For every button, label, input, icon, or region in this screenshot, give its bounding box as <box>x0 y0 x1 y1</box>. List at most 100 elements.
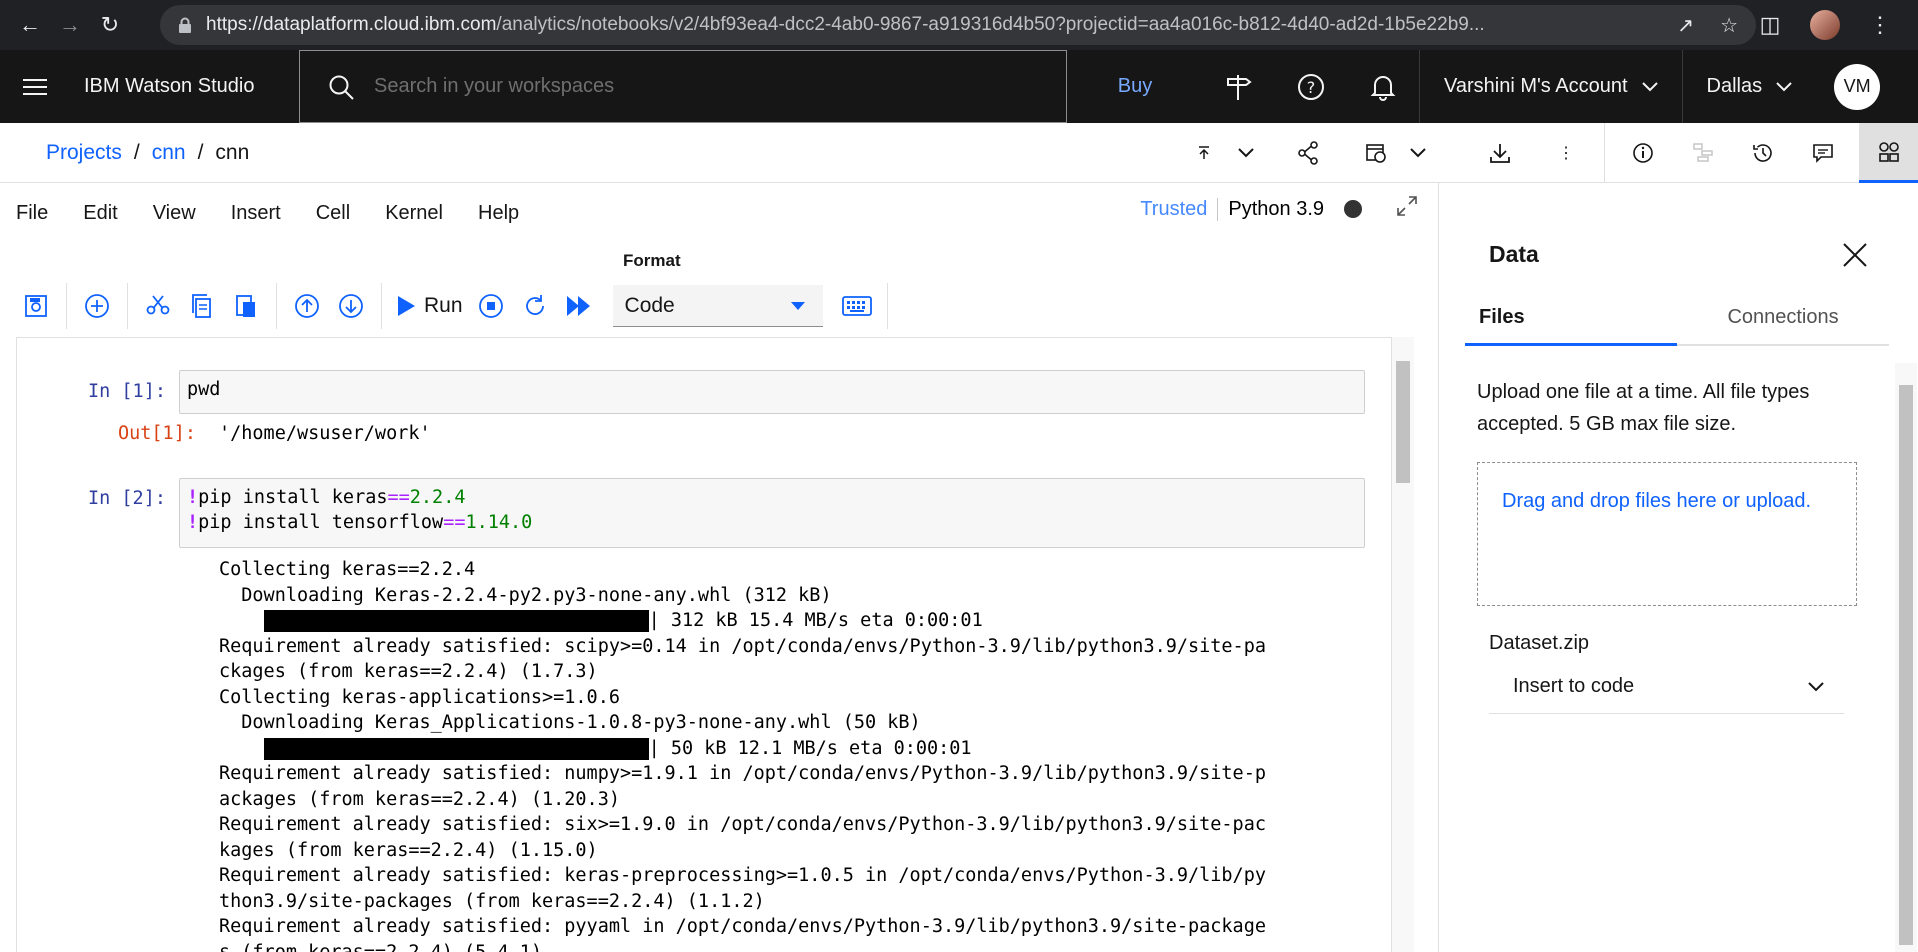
buy-link[interactable]: Buy <box>1067 75 1203 98</box>
output-line: Requirement already satisfied: scipy>=0.… <box>219 635 1266 657</box>
reload-icon[interactable]: ↻ <box>90 5 130 45</box>
menu-cell[interactable]: Cell <box>316 202 350 225</box>
caret-down-icon <box>790 301 805 310</box>
copy-icon[interactable] <box>180 283 224 329</box>
help-icon[interactable]: ? <box>1275 50 1347 123</box>
tab-connections[interactable]: Connections <box>1677 306 1889 344</box>
search-input[interactable] <box>374 75 974 98</box>
scrollbar-thumb[interactable] <box>1396 361 1410 483</box>
back-icon[interactable]: ← <box>10 5 50 45</box>
trusted-indicator[interactable]: Trusted <box>1140 197 1219 221</box>
file-dropzone[interactable]: Drag and drop files here or upload. <box>1477 462 1857 606</box>
breadcrumb-project[interactable]: cnn <box>152 141 186 165</box>
breadcrumb-bar: Projects / cnn / cnn ⋮ <box>0 123 1918 183</box>
code-cell-input[interactable]: !pip install keras==2.2.4 !pip install t… <box>179 478 1365 548</box>
output-line: Requirement already satisfied: six>=1.9.… <box>219 814 1266 835</box>
move-down-icon[interactable] <box>329 283 373 329</box>
app-brand[interactable]: IBM Watson Studio <box>70 75 300 98</box>
share-icon[interactable] <box>1284 123 1332 183</box>
share-page-icon[interactable]: ↗ <box>1677 13 1694 38</box>
menu-view[interactable]: View <box>153 202 196 225</box>
output-line: Requirement already satisfied: pyyaml in… <box>219 916 1266 937</box>
hamburger-menu-icon[interactable] <box>0 50 70 123</box>
output-line: Collecting keras==2.2.4 <box>219 559 476 580</box>
collapse-up-icon[interactable] <box>1180 123 1228 183</box>
user-avatar[interactable]: VM <box>1834 63 1881 110</box>
interrupt-kernel-icon[interactable] <box>469 283 513 329</box>
output-line: kages (from keras==2.2.4) (1.15.0) <box>219 839 598 861</box>
notification-bell-icon[interactable] <box>1347 50 1419 123</box>
output-line: Collecting keras-applications>=1.0.6 <box>219 686 620 708</box>
info-icon[interactable] <box>1619 123 1667 183</box>
chevron-down-icon[interactable] <box>1228 123 1264 183</box>
output-line: s (from keras==2.2.4) (5.4.1) <box>219 941 543 952</box>
shell-bang: ! <box>187 487 199 508</box>
download-icon[interactable] <box>1476 123 1524 183</box>
more-menu-icon[interactable]: ⋮ <box>1860 5 1900 45</box>
address-bar[interactable]: https://dataplatform.cloud.ibm.com/analy… <box>160 5 1756 45</box>
menu-insert[interactable]: Insert <box>231 202 281 225</box>
chevron-down-icon <box>1641 81 1658 91</box>
scrollbar-thumb[interactable] <box>1899 385 1913 945</box>
keyboard-shortcuts-icon[interactable] <box>835 283 879 329</box>
toolbar-divider <box>127 283 128 329</box>
close-icon[interactable] <box>1835 235 1875 275</box>
data-panel: Data Files Connections Upload one file a… <box>1438 183 1918 952</box>
kernel-name[interactable]: Python 3.9 <box>1228 198 1324 221</box>
restart-kernel-icon[interactable] <box>513 283 557 329</box>
breadcrumb-projects[interactable]: Projects <box>46 141 122 165</box>
format-label: Format <box>623 251 681 270</box>
comments-icon[interactable] <box>1799 123 1847 183</box>
cut-icon[interactable] <box>136 283 180 329</box>
code-operator: == <box>443 512 466 533</box>
code-cell-input[interactable]: pwd <box>179 370 1365 414</box>
insert-cell-icon[interactable] <box>75 283 119 329</box>
notebook-scrollbar[interactable] <box>1392 337 1414 952</box>
toolbar-divider <box>276 283 277 329</box>
menu-help[interactable]: Help <box>478 202 519 225</box>
toolbar-divider <box>1604 123 1605 183</box>
save-icon[interactable] <box>14 283 58 329</box>
forward-icon[interactable]: → <box>50 5 90 45</box>
menu-file[interactable]: File <box>16 202 48 225</box>
data-assets-icon[interactable] <box>1859 123 1918 183</box>
side-panel-icon[interactable]: ◫ <box>1750 5 1790 45</box>
region-switcher[interactable]: Dallas <box>1681 50 1817 123</box>
search-icon <box>329 75 354 100</box>
bookmark-star-icon[interactable]: ☆ <box>1720 13 1738 38</box>
toolbar-divider <box>381 283 382 329</box>
insert-to-code-dropdown[interactable]: Insert to code <box>1489 660 1844 714</box>
notebook-cells[interactable]: In [1]: pwd Out[1]: '/home/wsuser/work' … <box>16 337 1392 952</box>
cell-output: '/home/wsuser/work' <box>219 423 431 444</box>
profile-avatar[interactable] <box>1810 10 1840 40</box>
cell-type-value: Code <box>624 293 675 317</box>
run-button[interactable]: Run <box>396 294 463 318</box>
toolbar-divider <box>66 283 67 329</box>
schedule-job-icon[interactable] <box>1352 123 1400 183</box>
version-history-icon[interactable] <box>1739 123 1787 183</box>
breadcrumb-separator: / <box>197 140 204 164</box>
fullscreen-icon[interactable] <box>1396 195 1418 223</box>
upload-description: Upload one file at a time. All file type… <box>1477 381 1810 435</box>
cell-input-prompt: In [1]: <box>88 381 166 402</box>
tab-files[interactable]: Files <box>1465 306 1678 346</box>
chevron-down-icon <box>1776 81 1792 91</box>
paste-icon[interactable] <box>224 283 268 329</box>
workspace-search[interactable] <box>299 50 1067 123</box>
progress-bar <box>263 737 649 760</box>
lock-icon <box>179 17 191 33</box>
restart-run-all-icon[interactable] <box>557 283 601 329</box>
code-text: pip install keras <box>198 487 388 508</box>
panel-scrollbar[interactable] <box>1895 363 1917 952</box>
signpost-icon[interactable] <box>1203 50 1275 123</box>
cell-type-select[interactable]: Code <box>612 285 823 327</box>
cell-output: Collecting keras==2.2.4 Downloading Kera… <box>219 557 1266 952</box>
overflow-menu-icon[interactable]: ⋮ <box>1542 123 1590 183</box>
code-number: 1.14.0 <box>465 512 533 533</box>
menu-kernel[interactable]: Kernel <box>385 202 443 225</box>
output-line: ckages (from keras==2.2.4) (1.7.3) <box>219 661 598 682</box>
chevron-down-icon[interactable] <box>1400 123 1436 183</box>
menu-edit[interactable]: Edit <box>83 202 117 225</box>
move-up-icon[interactable] <box>285 283 329 329</box>
account-switcher[interactable]: Varshini M's Account <box>1419 50 1682 123</box>
